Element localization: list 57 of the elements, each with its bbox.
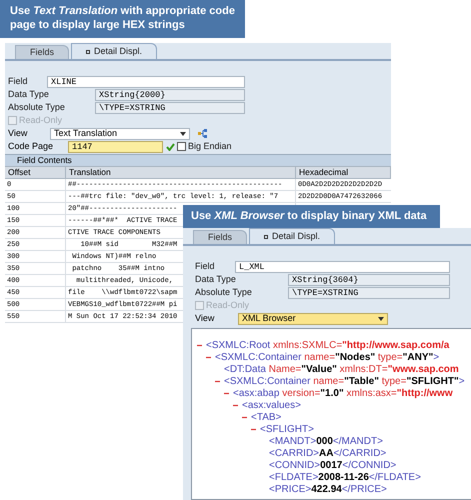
field-label: View xyxy=(195,312,216,325)
collapse-icon[interactable] xyxy=(197,342,202,348)
caret-icon xyxy=(378,316,384,320)
field-value: \TYPE=XSTRING xyxy=(288,286,450,298)
field-label: Absolute Type xyxy=(8,100,66,114)
field-label: View xyxy=(8,126,28,140)
field-value: XString{2000} xyxy=(95,88,245,100)
checkbox-label: Big Endian xyxy=(188,140,232,153)
collapse-icon[interactable] xyxy=(215,378,220,384)
checkbox-label: Read-Only xyxy=(19,114,62,127)
xml-element-line: <asx:values> xyxy=(242,398,301,412)
check-icon[interactable] xyxy=(166,142,175,150)
tab[interactable]: Detail Displ. xyxy=(71,43,158,59)
collapse-icon[interactable] xyxy=(206,354,211,360)
checkbox[interactable] xyxy=(177,142,186,151)
code-page-input[interactable]: 1147 xyxy=(68,140,163,152)
column-header[interactable]: Hexadecimal xyxy=(296,167,391,178)
caret-icon xyxy=(180,132,186,136)
xml-element-line: <PRICE>422.94</PRICE> xyxy=(269,482,387,496)
view-dropdown[interactable]: XML Browser xyxy=(238,312,388,324)
field-input[interactable]: L_XML xyxy=(235,260,450,272)
tab[interactable]: Fields xyxy=(193,230,248,244)
collapse-icon[interactable] xyxy=(242,414,247,420)
xml-element-line: <MANDT>000</MANDT> xyxy=(269,434,383,448)
field-input[interactable]: XLINE xyxy=(47,76,245,88)
hierarchy-icon[interactable] xyxy=(198,129,208,138)
tab[interactable]: Fields xyxy=(15,45,70,59)
tab-icon xyxy=(86,50,90,54)
checkbox-label: Read-Only xyxy=(206,298,250,312)
xml-element-line: <SFLIGHT> xyxy=(260,422,314,436)
xml-element-line: <DT:Data Name="Value" xmlns:DT="www.sap.com xyxy=(224,362,459,376)
column-header[interactable]: Offset xyxy=(5,167,66,178)
field-label: Absolute Type xyxy=(195,286,253,299)
field-value: \TYPE=XSTRING xyxy=(95,102,245,114)
field-value: XString{3604} xyxy=(288,274,450,286)
xml-element-line: <CARRID>AA</CARRID> xyxy=(269,446,386,460)
field-label: Data Type xyxy=(8,88,50,101)
xml-element-line: <TAB> xyxy=(251,410,282,424)
callout-banner: Use Text Translation with appropriate code page to display large HEX strings xyxy=(0,0,245,38)
xml-element-line: <SXMLC:Container name="Nodes" type="ANY"> xyxy=(215,350,440,364)
section-header: Field Contents xyxy=(5,154,391,166)
field-label: Field xyxy=(8,74,29,88)
field-label: Data Type xyxy=(195,272,237,286)
tab-icon xyxy=(264,234,268,238)
callout-banner: Use XML Browser to display binary XML data xyxy=(183,205,440,228)
tab[interactable]: Detail Displ. xyxy=(249,228,336,244)
field-label: Code Page xyxy=(8,140,54,153)
xml-element-line: <asx:abap version="1.0" xmlns:asx="http://www xyxy=(233,386,453,400)
collapse-icon[interactable] xyxy=(251,426,256,432)
xml-element-line: <SXMLC:Root xmlns:SXMLC="http://www.sap.com/a xyxy=(206,338,450,352)
column-header[interactable]: Translation xyxy=(66,167,296,178)
xml-element-line: <CONNID>0017</CONNID> xyxy=(269,458,396,472)
collapse-icon[interactable] xyxy=(233,402,238,408)
xml-element-line: <SXMLC:Container name="Table" type="SFLIGHT"> xyxy=(224,374,465,388)
xml-element-line: <FLDATE>2008-11-26</FLDATE> xyxy=(269,470,421,484)
collapse-icon[interactable] xyxy=(224,390,229,396)
view-dropdown[interactable]: Text Translation xyxy=(50,128,190,140)
